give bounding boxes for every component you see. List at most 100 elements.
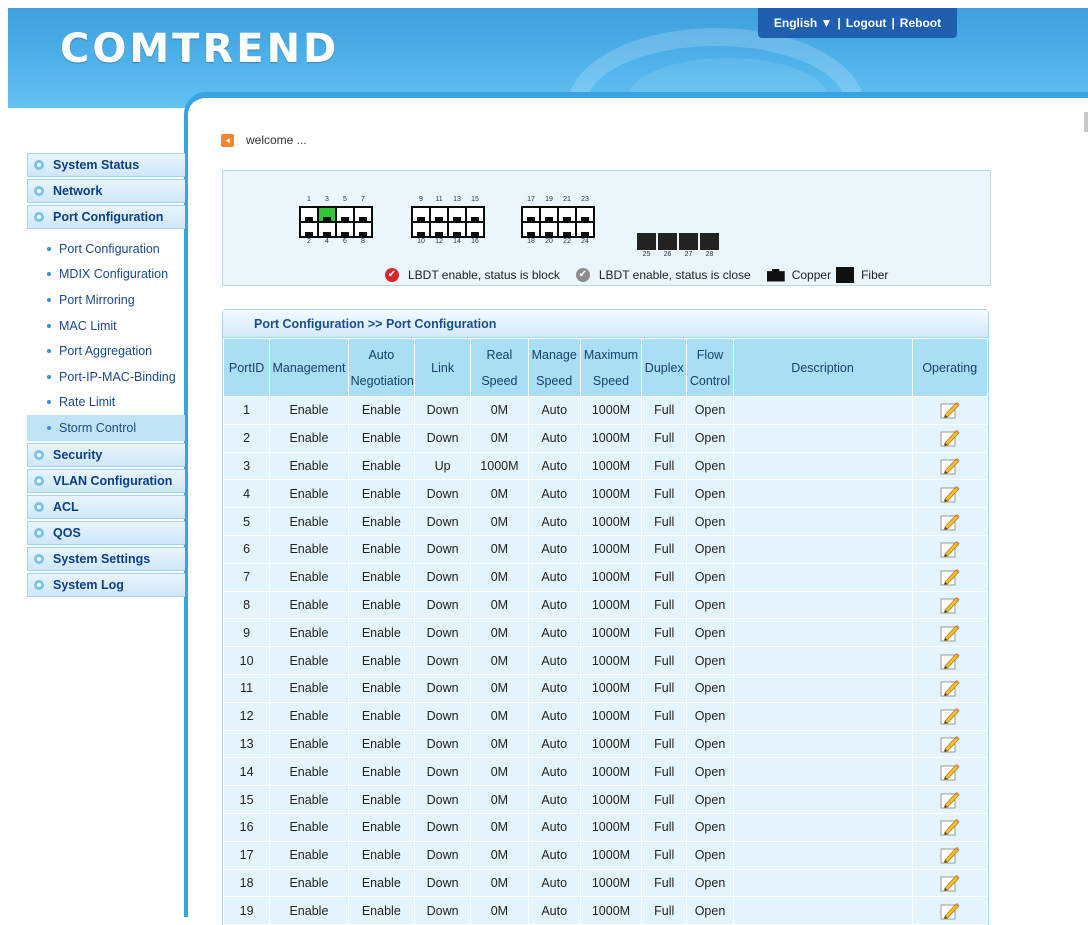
submenu-port-configuration[interactable]: Port Configuration [27, 236, 185, 262]
copper-port[interactable] [523, 223, 539, 236]
sidebar-item-system-status[interactable]: System Status [27, 153, 185, 177]
table-cell: Enable [347, 701, 415, 731]
submenu-storm-control[interactable]: Storm Control [27, 415, 185, 441]
language-dropdown[interactable]: English ▼ [774, 16, 833, 30]
table-cell: 7 [222, 562, 271, 592]
submenu-mdix-configuration[interactable]: MDIX Configuration [27, 262, 185, 288]
copper-port[interactable] [431, 223, 447, 236]
copper-port[interactable] [337, 208, 353, 221]
table-cell: 1000M [579, 896, 643, 925]
table-cell: 0M [470, 562, 529, 592]
operating-cell [911, 785, 989, 814]
copper-port[interactable] [431, 208, 447, 221]
sidebar-menu: System Status Network Port Configuration… [27, 153, 185, 599]
table-cell: Full [641, 423, 688, 453]
fiber-port[interactable] [700, 233, 719, 250]
sidebar-item-security[interactable]: Security [27, 442, 185, 467]
table-cell: 0M [470, 423, 529, 453]
edit-pencil-icon[interactable] [939, 595, 961, 615]
sidebar-item-system-settings[interactable]: System Settings [27, 546, 185, 571]
operating-cell [911, 479, 989, 509]
submenu-port-aggregation[interactable]: Port Aggregation [27, 338, 185, 364]
reboot-link[interactable]: Reboot [900, 16, 941, 30]
edit-pencil-icon[interactable] [939, 817, 961, 837]
copper-port[interactable] [449, 208, 465, 221]
submenu-port-ip-mac-binding[interactable]: Port-IP-MAC-Binding [27, 364, 185, 390]
copper-port[interactable] [319, 223, 335, 236]
table-cell: Open [686, 479, 734, 509]
copper-port[interactable] [467, 208, 483, 221]
copper-port[interactable] [541, 223, 557, 236]
sidebar-item-system-log[interactable]: System Log [27, 572, 185, 597]
port-number: 27 [684, 251, 693, 258]
logout-link[interactable]: Logout [846, 16, 887, 30]
copper-port[interactable] [541, 208, 557, 221]
edit-pencil-icon[interactable] [939, 873, 961, 893]
fiber-port[interactable] [658, 233, 677, 250]
copper-port[interactable] [301, 223, 317, 236]
edit-pencil-icon[interactable] [939, 901, 961, 921]
table-cell: Down [413, 646, 472, 675]
edit-pencil-icon[interactable] [939, 400, 961, 420]
table-cell: Open [686, 590, 734, 620]
sidebar-item-vlan-configuration[interactable]: VLAN Configuration [27, 468, 185, 493]
edit-pencil-icon[interactable] [939, 734, 961, 754]
edit-pencil-icon[interactable] [939, 651, 961, 671]
table-cell: Enable [347, 534, 415, 564]
submenu-mac-limit[interactable]: MAC Limit [27, 313, 185, 339]
table-cell: Down [413, 785, 472, 814]
operating-cell [911, 646, 989, 675]
sidebar-item-acl[interactable]: ACL [27, 494, 185, 519]
port-number: 16 [471, 238, 479, 245]
edit-pencil-icon[interactable] [939, 623, 961, 643]
copper-port[interactable] [355, 208, 371, 221]
edit-pencil-icon[interactable] [939, 762, 961, 782]
edit-pencil-icon[interactable] [939, 678, 961, 698]
submenu-port-mirroring[interactable]: Port Mirroring [27, 287, 185, 313]
fiber-port[interactable] [679, 233, 698, 250]
edit-pencil-icon[interactable] [939, 456, 961, 476]
sidebar-item-qos[interactable]: QOS [27, 520, 185, 545]
table-cell: Enable [269, 451, 349, 481]
operating-cell [911, 840, 989, 870]
copper-port[interactable] [449, 223, 465, 236]
copper-port[interactable] [559, 208, 575, 221]
edit-pencil-icon[interactable] [939, 428, 961, 448]
copper-port[interactable] [413, 208, 429, 221]
table-cell [732, 590, 913, 620]
submenu-rate-limit[interactable]: Rate Limit [27, 390, 185, 416]
edit-pencil-icon[interactable] [939, 539, 961, 559]
edit-pencil-icon[interactable] [939, 845, 961, 865]
copper-port[interactable] [577, 223, 593, 236]
copper-port[interactable] [523, 208, 539, 221]
table-cell: 17 [222, 840, 271, 870]
submenu-label: MDIX Configuration [59, 267, 169, 282]
table-row: 5 Enable Enable Down 0M Auto 1000M Full Open [222, 507, 989, 536]
edit-pencil-icon[interactable] [939, 484, 961, 504]
edit-pencil-icon[interactable] [939, 790, 961, 810]
table-cell: 0M [470, 840, 529, 870]
edit-pencil-icon[interactable] [939, 567, 961, 587]
copper-port[interactable] [467, 223, 483, 236]
table-cell: Enable [269, 646, 349, 675]
scrollbar[interactable] [1084, 112, 1088, 132]
edit-pencil-icon[interactable] [939, 512, 961, 532]
copper-port[interactable] [559, 223, 575, 236]
copper-port[interactable] [577, 208, 593, 221]
sidebar-item-label: System Settings [53, 551, 151, 566]
table-cell: Down [413, 534, 472, 564]
edit-pencil-icon[interactable] [939, 706, 961, 726]
port-number: 4 [325, 238, 329, 245]
copper-port[interactable] [319, 208, 335, 221]
fiber-port[interactable] [637, 233, 656, 250]
copper-port-group: 9 11 13 15 10 12 14 16 [411, 196, 485, 248]
copper-port[interactable] [413, 223, 429, 236]
sidebar-item-network[interactable]: Network [27, 179, 185, 203]
table-cell: 16 [222, 812, 271, 842]
copper-port[interactable] [337, 223, 353, 236]
bullet-icon [47, 297, 51, 302]
table-cell: Auto [527, 646, 581, 675]
sidebar-item-port-configuration[interactable]: Port Configuration [27, 205, 185, 229]
copper-port[interactable] [301, 208, 317, 221]
copper-port[interactable] [355, 223, 371, 236]
